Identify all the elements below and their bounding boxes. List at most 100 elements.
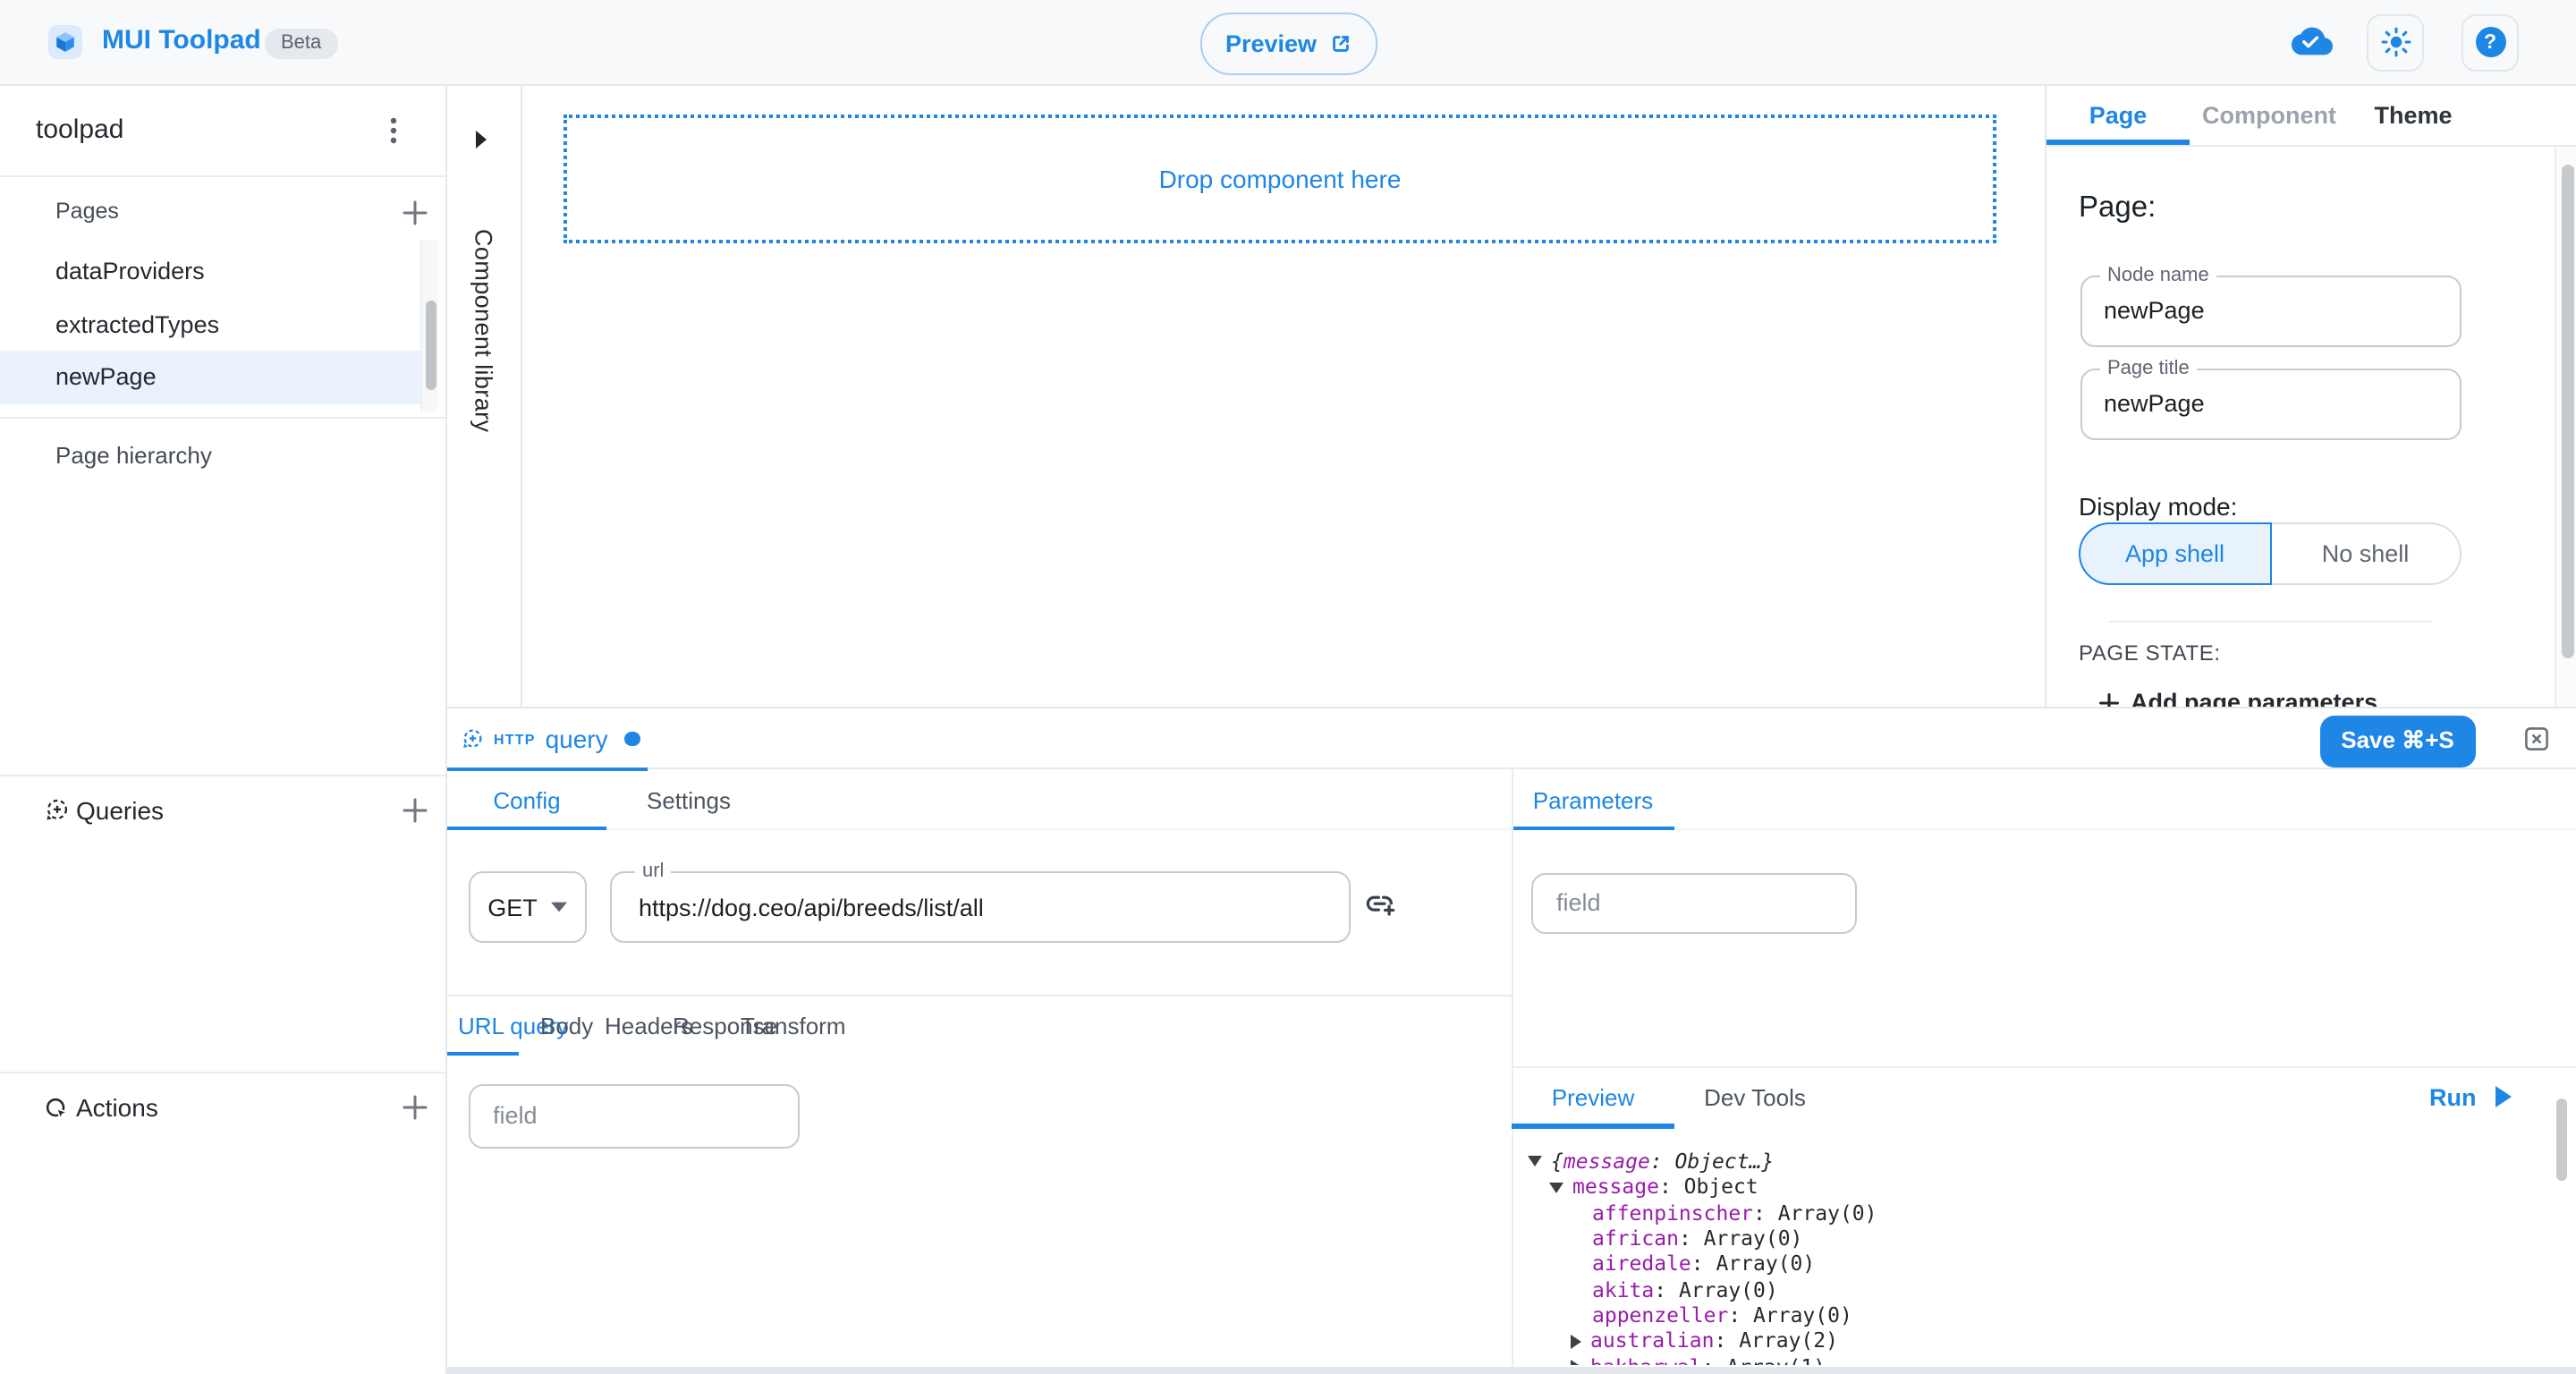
parameter-field	[1531, 873, 1857, 933]
play-icon	[2495, 1086, 2512, 1107]
json-row-akita: akita: Array(0)	[1512, 1276, 2540, 1302]
query-name-label: query	[546, 725, 608, 753]
horizontal-scrollbar[interactable]	[447, 1366, 2576, 1374]
sidebar-item-newpage[interactable]: newPage	[0, 351, 420, 403]
url-query-param-field	[468, 1083, 800, 1149]
display-mode-label: Display mode:	[2079, 492, 2237, 521]
chevron-down-icon	[552, 902, 568, 912]
pages-section-label: Pages	[55, 199, 119, 224]
toggle-no-shell[interactable]: No shell	[2271, 522, 2462, 584]
json-row-root[interactable]: {message: Object…}	[1512, 1149, 2540, 1175]
request-tabs-row: URL query Body Headers Response Transfor…	[447, 995, 1512, 1054]
tab-transform[interactable]: Transform	[741, 997, 846, 1056]
json-row-australian[interactable]: australian: Array(2)	[1512, 1328, 2540, 1354]
preview-button-label: Preview	[1225, 30, 1317, 56]
kebab-menu-icon[interactable]	[388, 116, 413, 145]
component-library-label: Component library	[470, 229, 497, 432]
expanded-arrow-icon[interactable]	[1549, 1182, 1563, 1192]
actions-label: Actions	[76, 1093, 158, 1122]
theme-toggle-button[interactable]	[2367, 13, 2424, 71]
page-title-input[interactable]	[2104, 370, 2426, 437]
app-window: MUI Toolpad Beta Preview	[0, 0, 2576, 1374]
tab-label: Component	[2202, 102, 2336, 129]
queries-section-header: Queries	[0, 774, 445, 845]
preview-button[interactable]: Preview	[1200, 12, 1377, 74]
node-name-input[interactable]	[2104, 277, 2426, 344]
inspector-panel: Page Component Theme Page: Node name Pag…	[2045, 86, 2576, 707]
queries-label: Queries	[76, 795, 164, 824]
http-method-select[interactable]: GET	[469, 871, 587, 943]
active-tab-underline	[447, 826, 606, 830]
divider	[2109, 620, 2431, 622]
collapsed-arrow-icon[interactable]	[1571, 1334, 1581, 1348]
page-item-label: extractedTypes	[55, 311, 219, 338]
drop-hint-text: Drop component here	[1159, 165, 1402, 193]
add-action-button[interactable]	[400, 1093, 428, 1122]
help-button[interactable]: ?	[2462, 13, 2519, 71]
active-tab-underline	[1512, 826, 1674, 830]
tab-label: Transform	[741, 1013, 846, 1039]
tab-parameters[interactable]: Parameters	[1512, 769, 1674, 830]
result-scrollbar-thumb[interactable]	[2555, 1098, 2567, 1181]
expand-panel-arrow-icon[interactable]	[474, 131, 488, 148]
tab-preview[interactable]: Preview	[1512, 1065, 1674, 1128]
tab-dev-tools[interactable]: Dev Tools	[1690, 1065, 1819, 1128]
component-library-strip: Component library	[447, 86, 521, 707]
add-page-parameters-button[interactable]: Add page parameters	[2098, 689, 2377, 707]
save-button[interactable]: Save ⌘+S	[2319, 715, 2476, 768]
run-button[interactable]: Run	[2429, 1065, 2512, 1128]
project-name: toolpad	[36, 114, 123, 145]
close-panel-icon[interactable]	[2524, 726, 2549, 751]
json-row-appenzeller: appenzeller: Array(0)	[1512, 1302, 2540, 1328]
external-link-icon	[1329, 31, 1352, 55]
active-tab-underline	[447, 1051, 519, 1056]
page-title-field: Page title	[2080, 369, 2462, 439]
add-page-button[interactable]	[400, 198, 428, 226]
tab-label: Config	[493, 786, 560, 813]
inspector-tabs: Page Component Theme	[2046, 86, 2576, 146]
bind-link-icon[interactable]	[1365, 893, 1397, 916]
toggle-app-shell[interactable]: App shell	[2079, 522, 2271, 584]
display-mode-toggle-group: App shell No shell	[2079, 522, 2462, 584]
sidebar-item-extractedtypes[interactable]: extractedTypes	[0, 298, 420, 351]
tab-label: Parameters	[1533, 786, 1653, 813]
query-icon	[45, 798, 70, 823]
parameter-input[interactable]	[1556, 875, 1825, 931]
tab-query[interactable]: HTTP query	[447, 708, 647, 769]
tab-component[interactable]: Component	[2190, 86, 2349, 144]
explorer-sidebar: toolpad Pages dataProviders extractedTyp…	[0, 86, 447, 1374]
json-row-affenpinscher: affenpinscher: Array(0)	[1512, 1200, 2540, 1226]
light-mode-sun-icon	[2380, 27, 2411, 57]
tab-config[interactable]: Config	[447, 769, 606, 830]
expanded-arrow-icon[interactable]	[1528, 1156, 1542, 1166]
page-section-heading: Page:	[2079, 191, 2156, 225]
sidebar-item-dataproviders[interactable]: dataProviders	[0, 245, 420, 298]
unsaved-indicator-dot	[625, 732, 640, 747]
tab-label: Page	[2089, 102, 2148, 129]
collapsed-arrow-icon[interactable]	[1571, 1360, 1581, 1365]
json-row-message[interactable]: message: Object	[1512, 1175, 2540, 1200]
url-input[interactable]	[639, 873, 1318, 941]
toggle-label: No shell	[2322, 539, 2410, 566]
inspector-scrollbar-thumb[interactable]	[2561, 165, 2573, 658]
top-bar: MUI Toolpad Beta Preview	[0, 0, 2576, 86]
tab-body[interactable]: Body	[540, 997, 593, 1056]
plus-icon	[2098, 691, 2120, 707]
tab-page[interactable]: Page	[2046, 86, 2190, 144]
json-row-bakharwal[interactable]: bakharwal: Array(1)	[1512, 1354, 2540, 1366]
actions-section-header: Actions	[0, 1072, 445, 1143]
http-method-value: GET	[487, 894, 538, 920]
add-query-button[interactable]	[400, 795, 428, 824]
url-query-param-input[interactable]	[493, 1085, 761, 1147]
inspector-scrollbar	[2554, 146, 2576, 707]
query-protocol-label: HTTP	[494, 731, 536, 747]
query-editor-panel: HTTP query Save ⌘+S Config Settings	[447, 707, 2576, 1374]
app-title: MUI Toolpad	[102, 25, 261, 55]
cloud-saved-icon[interactable]	[2292, 27, 2333, 55]
pages-scrollbar-thumb[interactable]	[425, 301, 436, 390]
tab-settings[interactable]: Settings	[606, 769, 771, 830]
tab-theme[interactable]: Theme	[2349, 86, 2478, 144]
page-item-label: newPage	[55, 364, 157, 391]
drop-zone[interactable]: Drop component here	[564, 114, 1996, 243]
question-mark-icon: ?	[2475, 27, 2505, 57]
